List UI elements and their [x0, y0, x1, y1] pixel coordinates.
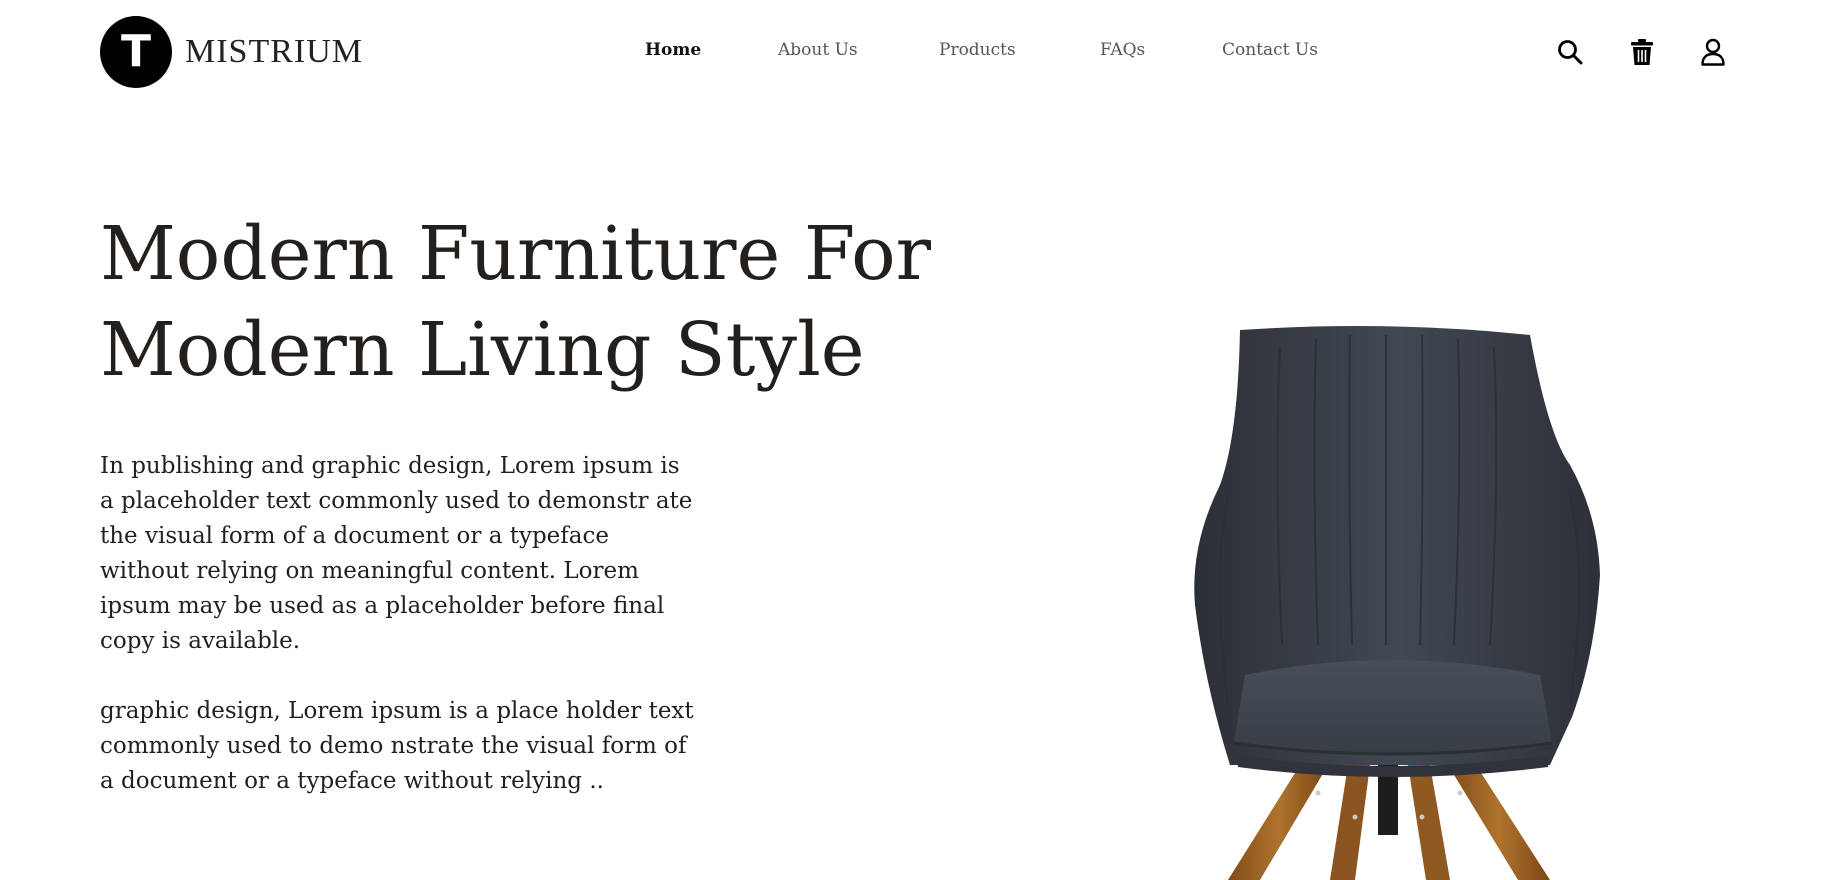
- cart-button[interactable]: [1626, 36, 1658, 68]
- trash-icon: [1631, 39, 1653, 65]
- brand-logo[interactable]: T MISTRIUM: [100, 16, 363, 88]
- search-button[interactable]: [1554, 36, 1586, 68]
- user-icon: [1701, 38, 1725, 66]
- chair-image: [1194, 326, 1600, 880]
- site-header: T MISTRIUM Home About Us Products FAQs C…: [0, 0, 1827, 104]
- hero-title-line-1: Modern Furniture For: [100, 211, 932, 297]
- logo-letter: T: [120, 26, 151, 77]
- nav-link-faqs[interactable]: FAQs: [1100, 40, 1145, 60]
- nav-link-products[interactable]: Products: [939, 40, 1016, 60]
- hero-title: Modern Furniture For Modern Living Style: [100, 206, 1000, 398]
- nav-link-contact-us[interactable]: Contact Us: [1222, 40, 1318, 60]
- brand-name: MISTRIUM: [185, 33, 364, 70]
- logo-mark: T: [100, 16, 172, 88]
- account-button[interactable]: [1697, 36, 1729, 68]
- hero-title-line-2: Modern Living Style: [100, 307, 865, 393]
- hero-paragraph-1: In publishing and graphic design, Lorem …: [100, 453, 693, 654]
- nav-link-home[interactable]: Home: [645, 40, 701, 60]
- hero-paragraph-2: graphic design, Lorem ipsum is a place h…: [100, 698, 694, 794]
- search-icon: [1558, 40, 1583, 65]
- nav-link-about-us[interactable]: About Us: [778, 40, 858, 60]
